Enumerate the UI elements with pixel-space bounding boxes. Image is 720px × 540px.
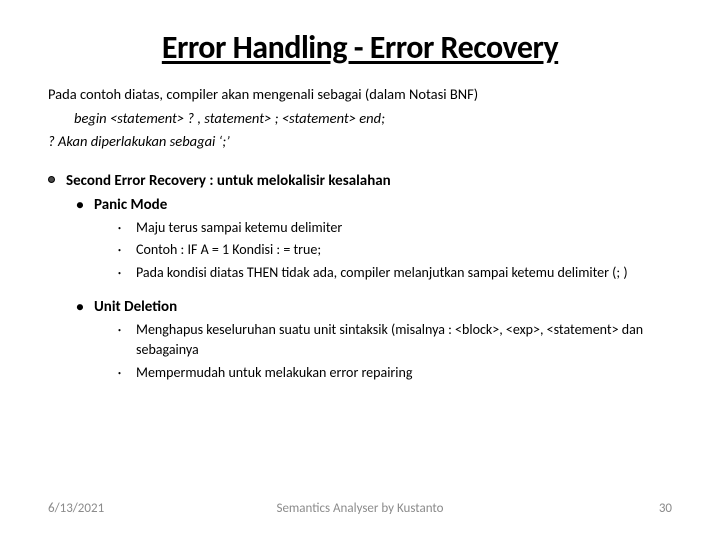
intro-line-2: begin <statement> ? , statement> ; <stat… — [48, 109, 672, 129]
panic-mode-label: Panic Mode — [94, 196, 167, 214]
unit-deletion-label: Unit Deletion — [94, 298, 177, 316]
list-item: • Menghapus keseluruhan suatu unit sinta… — [118, 320, 672, 359]
panic-mode-row: ● Panic Mode — [76, 196, 672, 214]
bullet-icon: • — [118, 224, 136, 232]
page-title: Error Handling - Error Recovery — [48, 28, 672, 67]
bullet-icon: ● — [76, 198, 94, 213]
footer: 6/13/2021 Semantics Analyser by Kustanto… — [0, 501, 720, 516]
unit-deletion-row: ● Unit Deletion — [76, 298, 672, 316]
bullet-icon: • — [118, 269, 136, 277]
bullet-icon: ● — [76, 300, 94, 315]
second-recovery-section: Second Error Recovery : untuk melokalisi… — [48, 172, 672, 383]
footer-center: Semantics Analyser by Kustanto — [0, 501, 720, 516]
section-heading-row: Second Error Recovery : untuk melokalisi… — [48, 172, 672, 190]
bullet-icon — [48, 176, 66, 186]
list-item: • Mempermudah untuk melakukan error repa… — [118, 363, 672, 383]
list-item: • Contoh : IF A = 1 Kondisi : = true; — [118, 240, 672, 260]
panic-item-3: Pada kondisi diatas THEN tidak ada, comp… — [136, 263, 672, 283]
unit-item-2: Mempermudah untuk melakukan error repair… — [136, 363, 672, 383]
list-item: • Pada kondisi diatas THEN tidak ada, co… — [118, 263, 672, 283]
panic-item-2: Contoh : IF A = 1 Kondisi : = true; — [136, 240, 672, 260]
bullet-icon: • — [118, 246, 136, 254]
list-item: • Maju terus sampai ketemu delimiter — [118, 218, 672, 238]
section-heading: Second Error Recovery : untuk melokalisi… — [66, 172, 391, 190]
bullet-icon: • — [118, 326, 136, 334]
panic-item-1: Maju terus sampai ketemu delimiter — [136, 218, 672, 238]
intro-line-3: ? Akan diperlakukan sebagai ‘;’ — [48, 132, 672, 152]
intro-line-1: Pada contoh diatas, compiler akan mengen… — [48, 85, 672, 105]
slide: Error Handling - Error Recovery Pada con… — [0, 0, 720, 540]
unit-item-1: Menghapus keseluruhan suatu unit sintaks… — [136, 320, 672, 359]
bullet-icon: • — [118, 369, 136, 377]
